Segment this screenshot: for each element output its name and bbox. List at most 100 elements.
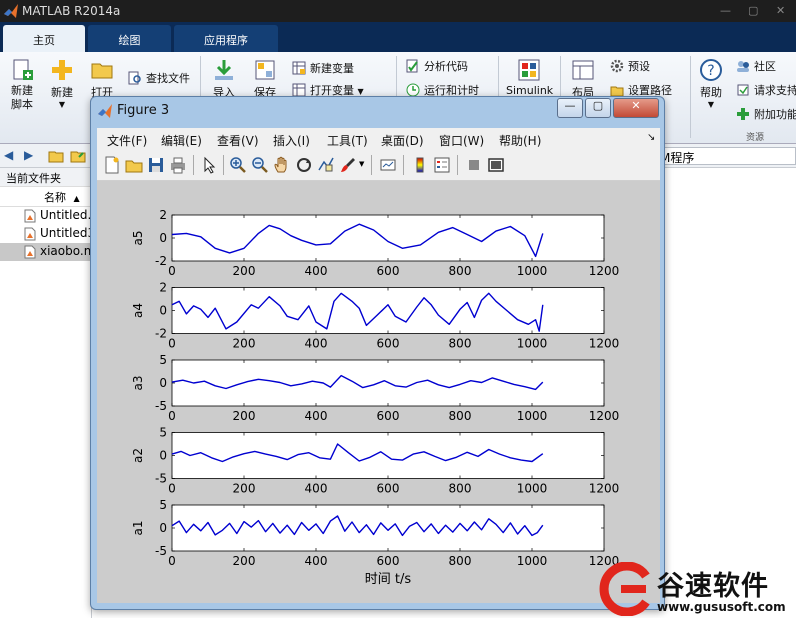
x-tick-label: 600 [377, 482, 400, 496]
link-plot-icon[interactable] [379, 156, 397, 174]
close-icon[interactable]: ✕ [776, 4, 785, 17]
pointer-arrow-icon[interactable] [201, 156, 219, 174]
file-row[interactable]: Untitled.m [0, 207, 91, 225]
zoom-out-icon[interactable] [251, 156, 269, 174]
x-tick-label: 1000 [517, 337, 548, 351]
new-button[interactable]: 新建 ▼ [46, 58, 78, 109]
zoom-in-icon[interactable] [229, 156, 247, 174]
svg-text:?: ? [707, 63, 714, 79]
maximize-icon[interactable]: ▢ [748, 4, 758, 17]
menu-view[interactable]: 查看(V) [217, 132, 259, 149]
add-ons-icon [737, 108, 749, 120]
rotate-3d-icon[interactable] [295, 156, 313, 174]
analyze-code-button[interactable]: 分析代码 [406, 58, 468, 74]
subplot-a5[interactable]: 0 200 400 600 800 1000 120020-2a5 [131, 208, 619, 278]
x-tick-label: 0 [168, 482, 176, 496]
save-workspace-icon [255, 60, 275, 80]
menu-edit[interactable]: 编辑(E) [161, 132, 202, 149]
preferences-button[interactable]: 预设 [610, 58, 650, 74]
x-tick-label: 600 [377, 409, 400, 423]
pan-hand-icon[interactable] [273, 156, 291, 174]
chevron-down-icon[interactable]: ▼ [359, 160, 364, 168]
hide-plot-tools-icon[interactable] [465, 156, 483, 174]
subplot-a1[interactable]: 0 200 400 600 800 1000 120050-5a1 [131, 498, 619, 568]
simulink-icon [518, 59, 540, 81]
maximize-icon[interactable]: ▢ [585, 98, 611, 118]
save-workspace-button[interactable]: 保存 [248, 58, 282, 100]
add-ons-button[interactable]: 附加功能 [736, 106, 796, 122]
colorbar-icon[interactable] [411, 156, 429, 174]
data-cursor-icon[interactable] [317, 156, 335, 174]
browse-folder-icon[interactable] [70, 148, 86, 163]
x-tick-label: 800 [449, 554, 472, 568]
minimize-icon[interactable]: — [557, 98, 583, 118]
subplot-a3[interactable]: 0 200 400 600 800 1000 120050-5a3 [131, 353, 619, 423]
column-header-name[interactable]: 名称 ▲ [0, 187, 91, 207]
x-tick-label: 200 [233, 482, 256, 496]
ribbon-divider [690, 56, 691, 138]
matlab-logo-icon [4, 4, 18, 18]
request-support-label: 请求支持 [754, 84, 796, 97]
menu-desktop[interactable]: 桌面(D) [381, 132, 424, 149]
menu-tools[interactable]: 工具(T) [327, 132, 368, 149]
y-tick-label: 2 [159, 281, 167, 295]
new-variable-label: 新建变量 [310, 62, 354, 75]
subplot-a4[interactable]: 0 200 400 600 800 1000 120020-2a4 [131, 281, 619, 351]
new-script-button[interactable]: 新建 脚本 [6, 58, 38, 112]
window-title: MATLAB R2014a [22, 4, 121, 18]
subplot-a2[interactable]: 0 200 400 600 800 1000 120050-5a2 [131, 426, 619, 496]
axes-box [171, 504, 605, 552]
dock-arrow-icon[interactable]: ↘ [647, 132, 655, 143]
menu-help[interactable]: 帮助(H) [499, 132, 541, 149]
file-row[interactable]: Untitled3.m [0, 225, 91, 243]
y-tick-label: 0 [159, 521, 167, 535]
import-button[interactable]: 导入 [206, 58, 242, 100]
open-button[interactable]: 打开 [86, 58, 118, 100]
open-file-icon[interactable] [125, 156, 143, 174]
axes-box [171, 214, 605, 262]
minimize-icon[interactable]: — [720, 4, 731, 17]
current-folder-title: 当前文件夹 [0, 168, 91, 187]
tab-apps[interactable]: 应用程序 [174, 25, 278, 52]
tab-home[interactable]: 主页 [3, 25, 85, 52]
layout-button[interactable]: 布局 [566, 58, 600, 100]
sort-ascending-icon: ▲ [73, 194, 80, 203]
plus-icon [52, 60, 72, 80]
print-icon[interactable] [169, 156, 187, 174]
save-icon[interactable] [147, 156, 165, 174]
menu-file[interactable]: 文件(F) [107, 132, 147, 149]
current-folder-path[interactable]: M程序 [655, 147, 796, 165]
tab-plots[interactable]: 绘图 [88, 25, 171, 52]
subplots-canvas[interactable]: 0 200 400 600 800 1000 120020-2a5 0 200 400 600 800… [97, 181, 660, 603]
add-ons-label: 附加功能 [754, 108, 796, 121]
x-tick-label: 800 [449, 264, 472, 278]
community-button[interactable]: 社区 [736, 58, 776, 74]
new-variable-button[interactable]: 新建变量 [292, 60, 354, 76]
close-icon[interactable]: ✕ [613, 98, 659, 118]
show-plot-tools-icon[interactable] [487, 156, 505, 174]
forward-arrow-icon[interactable]: ▶ [24, 148, 33, 162]
y-axis-label: a5 [131, 231, 145, 246]
y-tick-label: -2 [155, 327, 167, 341]
new-label: 新建 [51, 86, 73, 99]
new-figure-icon[interactable] [103, 156, 121, 174]
back-arrow-icon[interactable]: ◀ [4, 148, 13, 162]
y-tick-label: -5 [155, 472, 167, 486]
legend-icon[interactable] [433, 156, 451, 174]
help-button[interactable]: ? 帮助 ▼ [696, 58, 726, 109]
up-folder-icon[interactable] [48, 148, 64, 163]
y-tick-label: 0 [159, 304, 167, 318]
community-label: 社区 [754, 60, 776, 73]
help-icon: ? [700, 59, 722, 81]
file-name: Untitled3.m [40, 226, 91, 240]
find-files-icon [128, 71, 141, 85]
find-files-button[interactable]: 查找文件 [128, 70, 190, 86]
menu-window[interactable]: 窗口(W) [439, 132, 484, 149]
request-support-button[interactable]: 请求支持 [736, 82, 796, 98]
file-row-selected[interactable]: xiaobo.m [0, 243, 91, 261]
menu-insert[interactable]: 插入(I) [273, 132, 310, 149]
x-tick-label: 1200 [589, 482, 620, 496]
simulink-button[interactable]: Simulink [506, 58, 553, 97]
brush-icon[interactable] [339, 156, 357, 174]
m-file-icon [24, 227, 36, 241]
